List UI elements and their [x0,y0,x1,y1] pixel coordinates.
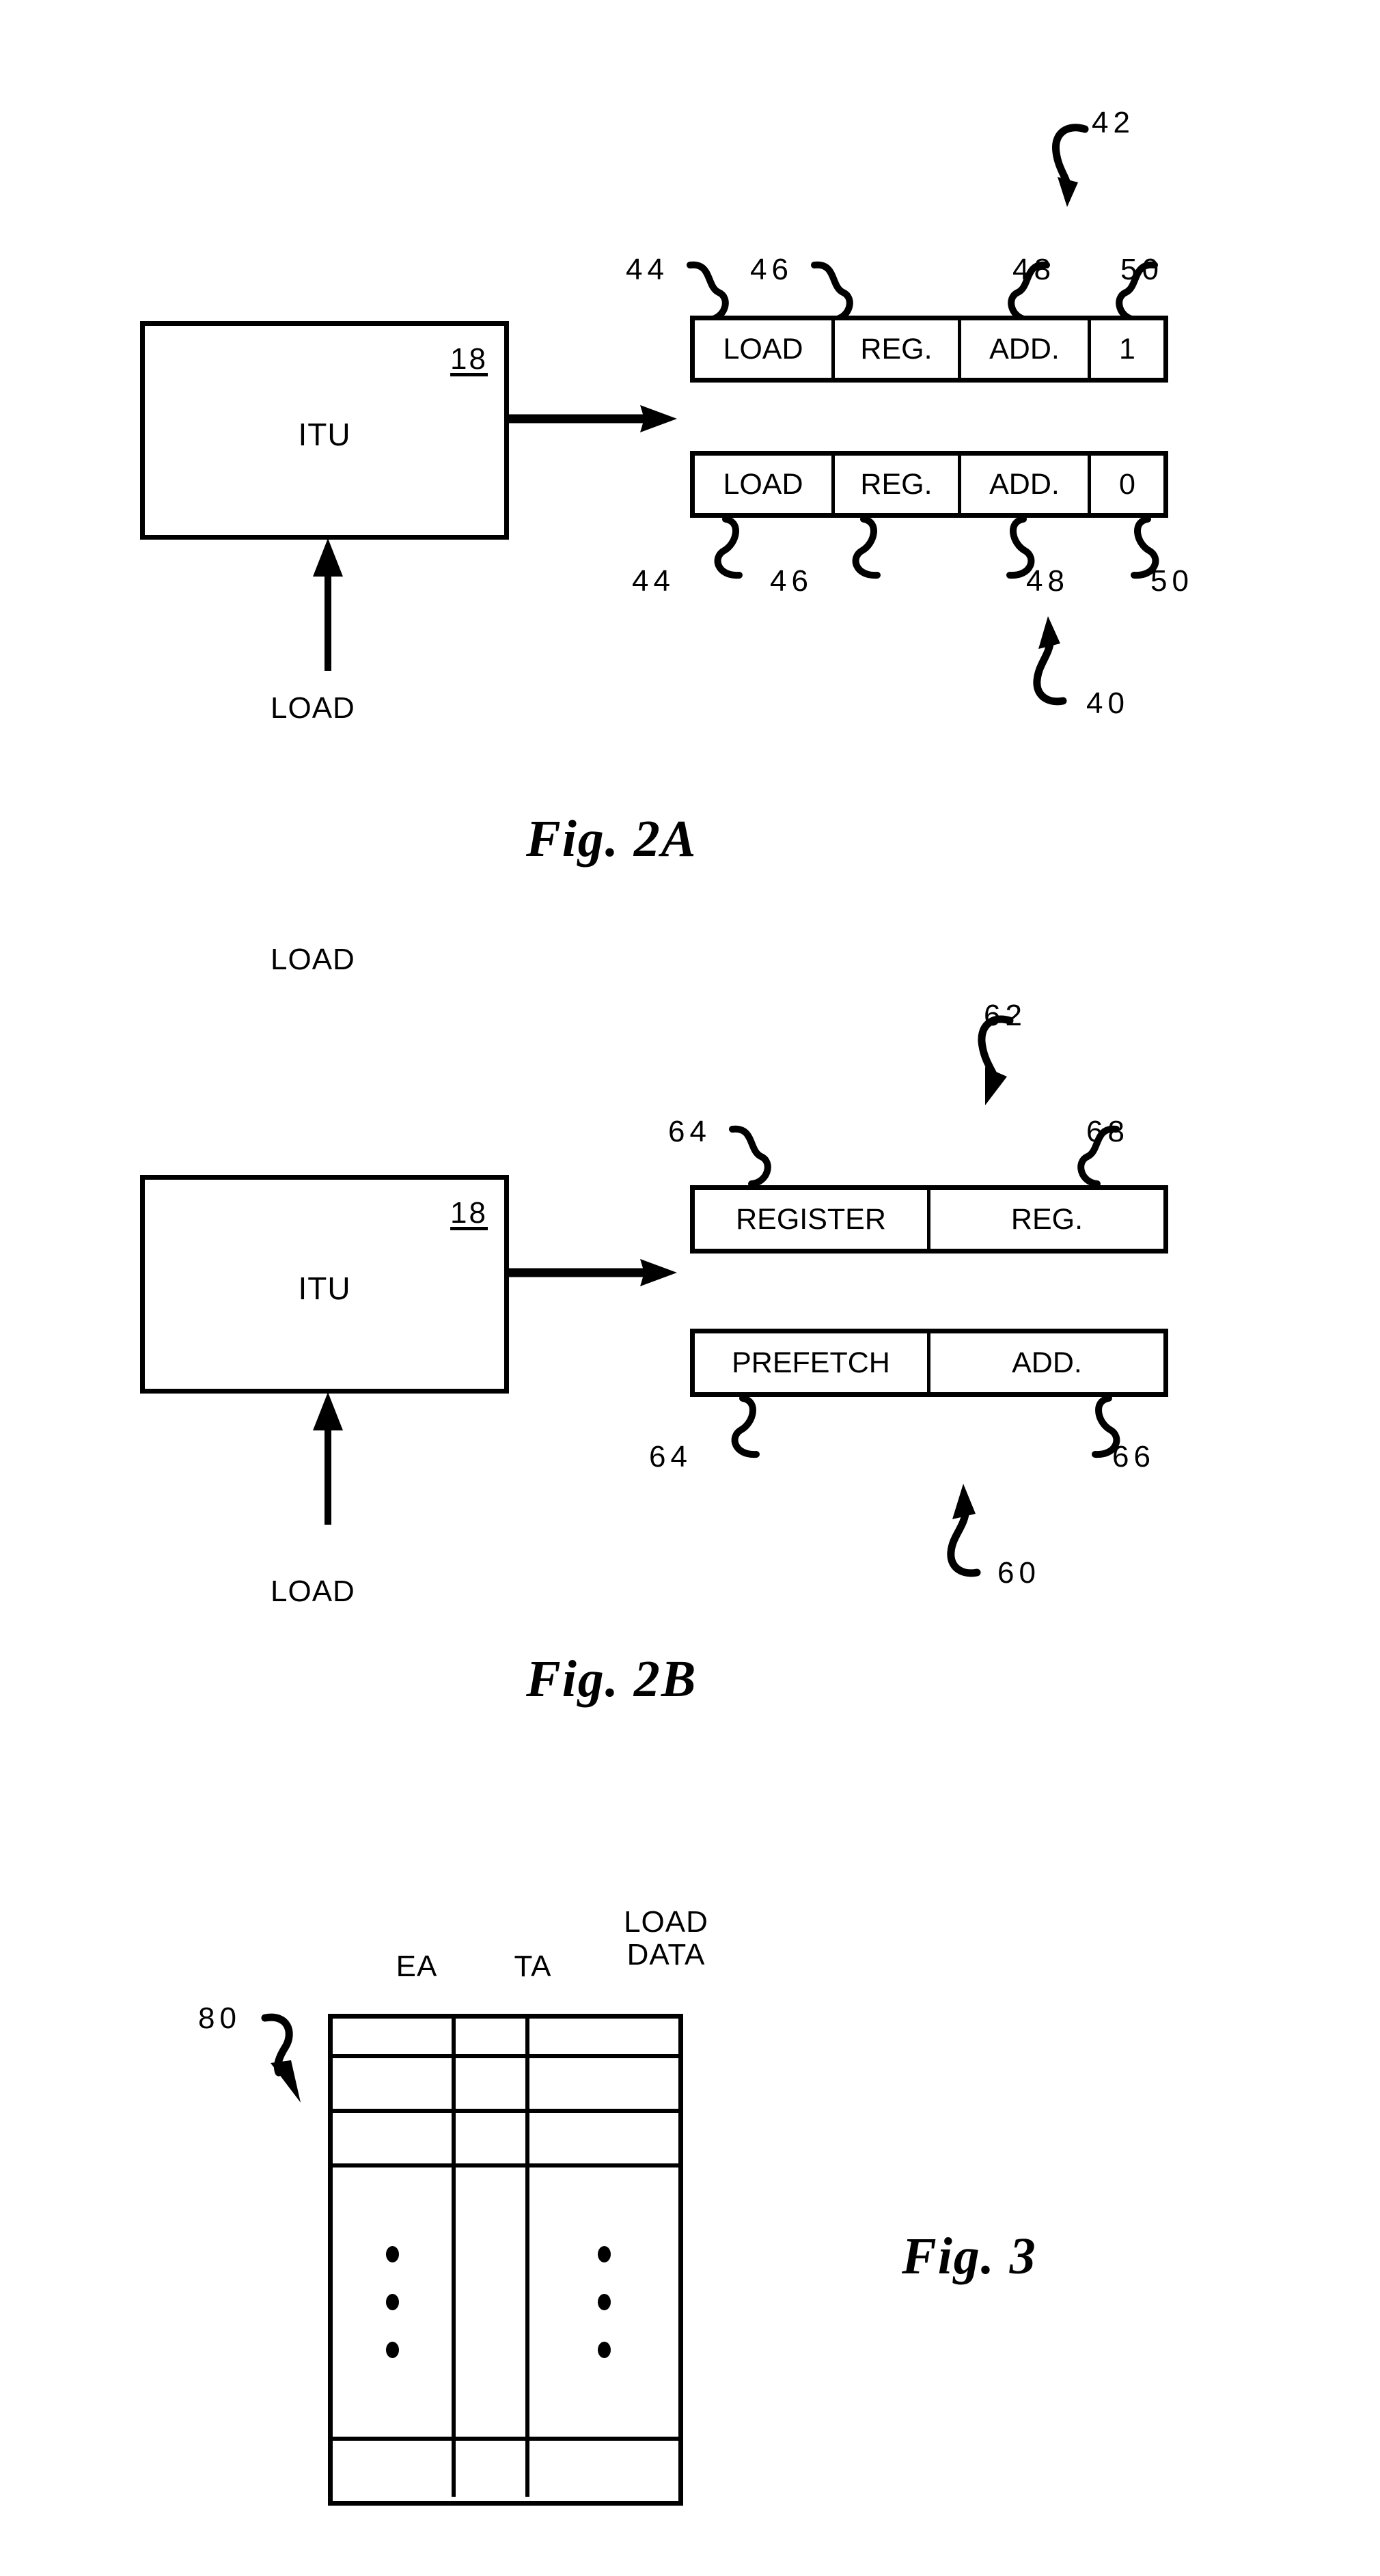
column-header-load-data-line1: LOAD [624,1905,708,1939]
instr-field-address: ADD. [961,320,1091,378]
ellipsis-dot [385,2294,399,2310]
ref-68-top: 68 [1086,1115,1129,1148]
table-cell-load-data [529,2113,678,2163]
leader-64-top [729,1125,771,1187]
table-cell-load-data [529,2058,678,2109]
ellipsis-dot [597,2342,611,2358]
table-cell-ea [333,2019,456,2054]
table-row [333,2058,678,2113]
vertical-ellipsis-icon [529,2168,678,2437]
table-row-ellipsis [333,2168,678,2441]
instruction-word-40: LOAD REG. ADD. 0 [690,451,1168,518]
column-header-ea: EA [355,1950,478,1983]
leader-44-bottom [714,516,743,579]
ref-46-bottom: 46 [770,564,813,598]
itu-label: ITU [298,417,351,452]
output-arrow-fig2a [509,405,677,432]
figure-2a-caption: Fig. 2A [526,810,698,868]
column-header-ea-label: EA [396,1950,438,1983]
ref-44-top: 44 [626,253,669,286]
instr-field-opcode: LOAD [695,456,835,513]
ref-40: 40 [1086,687,1129,720]
patent-drawing-sheet: 42 44 46 48 50 18 ITU LOAD REG. ADD. 1 L… [0,0,1380,2576]
table-cell-ea [333,2058,456,2109]
ref-44-bottom: 44 [632,564,675,598]
table-cell-ta [456,2019,529,2054]
instr-field-register: REG. [1010,1202,1084,1236]
leader-46-bottom [852,516,881,579]
figure-3: EA TA LOAD DATA 80 Fig. 3 [0,1831,1380,2576]
figure-2a: 42 44 46 48 50 18 ITU LOAD REG. ADD. 1 L… [0,0,1380,943]
ref-42: 42 [1092,106,1135,139]
leader-64-bottom [731,1395,760,1458]
figure-3-caption: Fig. 3 [902,2228,1037,2285]
ellipsis-dot [385,2342,399,2358]
ref-80: 80 [198,2002,241,2035]
ref-50-bottom: 50 [1150,564,1193,598]
ref-60: 60 [997,1556,1040,1590]
instr-field-register: REG. [835,456,961,513]
ref-64-bottom: 64 [649,1440,692,1473]
ref-48-bottom: 48 [1026,564,1069,598]
load-input-arrow-fig2a [313,538,343,671]
ellipsis-dot [597,2246,611,2262]
itu-ref-18: 18 [450,1196,488,1230]
table-row [333,2113,678,2168]
load-queue-table-80 [328,2014,683,2506]
column-header-load-data-line2: DATA [626,1937,706,1971]
column-header-load-data: LOAD DATA [588,1906,745,1971]
instr-field-register: REG. [835,320,961,378]
instr-field-opcode: REGISTER [695,1190,930,1249]
column-header-ta-label: TA [514,1950,552,1983]
table-cell-ea [333,2441,456,2497]
output-arrow-fig2b [509,1259,677,1286]
table-cell-load-data-ellipsis [529,2168,678,2437]
itu-label: ITU [298,1271,351,1306]
ref-50-top: 50 [1120,253,1163,286]
figure-2b-caption: Fig. 2B [526,1650,698,1708]
ref-64-top: 64 [668,1115,711,1148]
instruction-word-42: LOAD REG. ADD. 1 [690,316,1168,383]
instr-field-opcode: LOAD [695,320,835,378]
ref-62: 62 [984,999,1027,1032]
table-row [333,2441,678,2497]
table-cell-load-data [529,2441,678,2497]
itu-box-fig2a: 18 ITU [140,321,509,540]
ref-48-top: 48 [1012,253,1055,286]
instr-field-address: ADD. [961,456,1091,513]
ref-66-bottom: 66 [1112,1440,1155,1473]
instr-field-address: ADD. [1012,1346,1082,1379]
instruction-word-62: REGISTER REG. [690,1185,1168,1254]
table-cell-ta-ellipsis [456,2168,529,2437]
ellipsis-dot [597,2294,611,2310]
load-input-arrow-fig2b [313,1392,343,1525]
instr-field-opcode: PREFETCH [695,1333,930,1392]
table-cell-ta [456,2113,529,2163]
load-input-label-fig2b: LOAD [271,943,355,976]
instr-field-flag: 1 [1119,332,1135,365]
instruction-word-60: PREFETCH ADD. [690,1329,1168,1397]
load-input-label-fig2a: LOAD [271,691,355,725]
table-cell-ea [333,2113,456,2163]
itu-ref-18: 18 [450,342,488,376]
column-header-ta: TA [478,1950,588,1983]
table-cell-load-data [529,2019,678,2054]
load-input-label-fig2b-text: LOAD [271,1575,355,1608]
ellipsis-dot [385,2246,399,2262]
table-cell-ta [456,2058,529,2109]
ref-46-top: 46 [750,253,793,286]
itu-box-fig2b: 18 ITU [140,1175,509,1394]
table-cell-ea-ellipsis [333,2168,456,2437]
table-row [333,2019,678,2058]
instr-field-flag: 0 [1119,467,1135,501]
figure-2b: 62 64 68 18 ITU REGISTER REG. PREFETCH A… [0,943,1380,1831]
table-cell-ta [456,2441,529,2497]
vertical-ellipsis-icon [333,2168,452,2437]
